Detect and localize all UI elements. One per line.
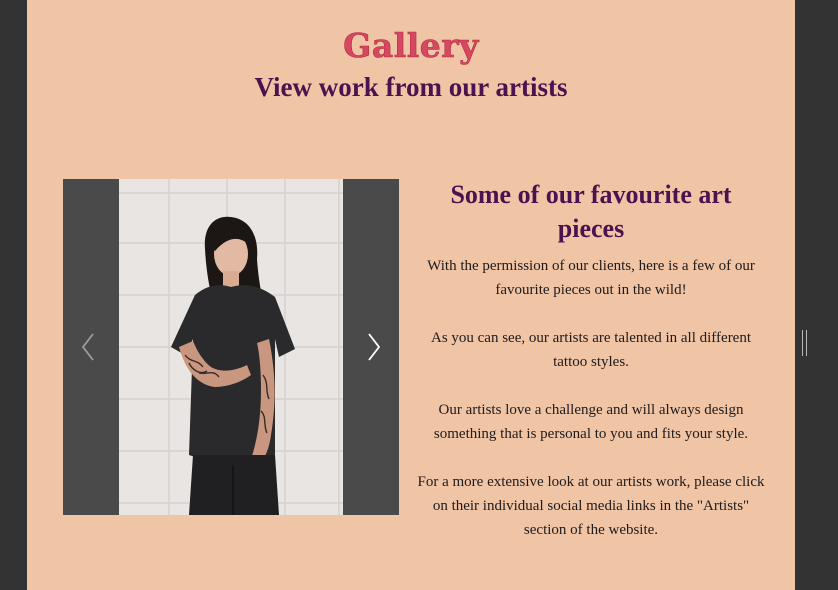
art-pieces-description: With the permission of our clients, here… (416, 254, 766, 566)
description-paragraph: As you can see, our artists are talented… (430, 330, 752, 370)
description-paragraph: For a more extensive look at our artists… (417, 474, 765, 538)
description-paragraph: With the permission of our clients, here… (427, 258, 755, 298)
gallery-section: Gallery View work from our artists Some … (27, 0, 795, 590)
gallery-subtitle: View work from our artists (254, 72, 568, 102)
carousel-next-button[interactable] (359, 329, 389, 365)
gallery-photo (119, 179, 343, 515)
art-pieces-heading: Some of our favourite art pieces (450, 180, 732, 243)
chevron-right-icon (368, 333, 381, 361)
gallery-title: Gallery (343, 26, 479, 66)
carousel-prev-button[interactable] (73, 329, 103, 365)
chevron-left-icon (81, 333, 94, 361)
description-paragraph: Our artists love a challenge and will al… (433, 402, 749, 442)
resize-handle[interactable] (802, 330, 808, 356)
image-carousel[interactable] (63, 179, 399, 515)
woman-with-tattooed-arms-photo (119, 179, 343, 515)
browser-viewport: Gallery View work from our artists Some … (0, 0, 838, 590)
